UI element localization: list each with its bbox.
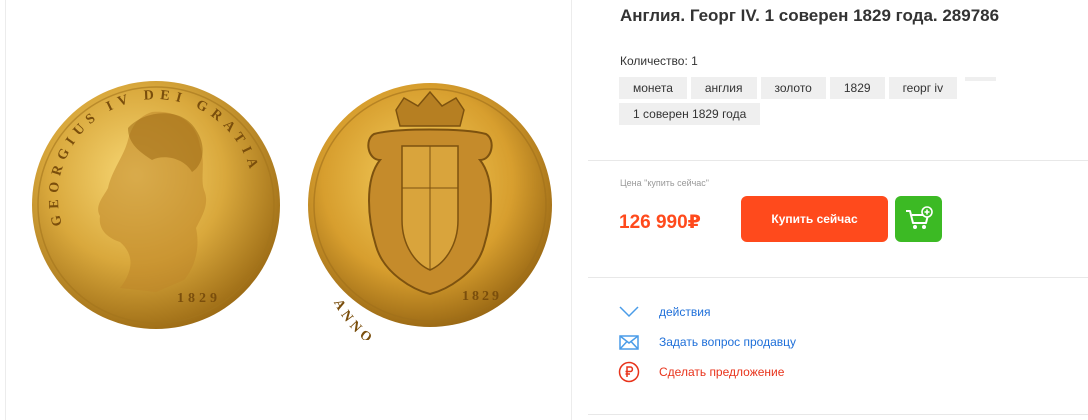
tag-year[interactable]: 1829 — [829, 77, 885, 99]
tag-anglia[interactable]: англия — [690, 77, 757, 99]
lot-info-panel: Англия. Георг IV. 1 соверен 1829 года. 2… — [588, 0, 1088, 420]
action-label: Сделать предложение — [659, 365, 785, 379]
quantity-label: Количество: 1 — [620, 54, 698, 68]
lot-title: Англия. Георг IV. 1 соверен 1829 года. 2… — [620, 6, 1000, 25]
action-label: Задать вопрос продавцу — [659, 335, 797, 349]
ask-seller-link[interactable]: Задать вопрос продавцу — [618, 331, 796, 353]
actions-toggle[interactable]: действия — [618, 301, 710, 323]
divider — [588, 277, 1088, 278]
tag-list: монета англия золото 1829 георг iv 1 сов… — [619, 77, 1039, 129]
tag-zoloto[interactable]: золото — [760, 77, 826, 99]
coin-photo[interactable]: GEORGIUS IV DEI GRATIA 1829 ANNO 1829 — [24, 70, 554, 340]
buy-now-button[interactable]: Купить сейчас — [741, 196, 888, 242]
obverse-year: 1829 — [177, 291, 221, 306]
tag-placeholder — [965, 77, 997, 81]
action-label: действия — [659, 305, 711, 319]
envelope-icon — [618, 331, 640, 353]
make-offer-link[interactable]: Сделать предложение — [618, 361, 784, 383]
tag-sovereign[interactable]: 1 соверен 1829 года — [619, 103, 761, 125]
coin-obverse: GEORGIUS IV DEI GRATIA 1829 — [32, 81, 280, 329]
add-to-cart-button[interactable] — [895, 196, 942, 242]
divider — [588, 414, 1088, 415]
cart-plus-icon — [905, 206, 933, 229]
reverse-year: 1829 — [462, 289, 502, 304]
coin-reverse: ANNO 1829 — [308, 83, 552, 340]
tag-moneta[interactable]: монета — [619, 77, 687, 99]
price-caption: Цена "купить сейчас" — [620, 178, 710, 188]
tag-george-iv[interactable]: георг iv — [888, 77, 958, 99]
price: 126 990₽ — [619, 212, 701, 233]
ruble-circle-icon — [618, 361, 640, 383]
lot-image-panel: GEORGIUS IV DEI GRATIA 1829 ANNO 1829 — [5, 0, 572, 420]
divider — [588, 160, 1088, 161]
chevron-down-icon — [618, 301, 640, 323]
